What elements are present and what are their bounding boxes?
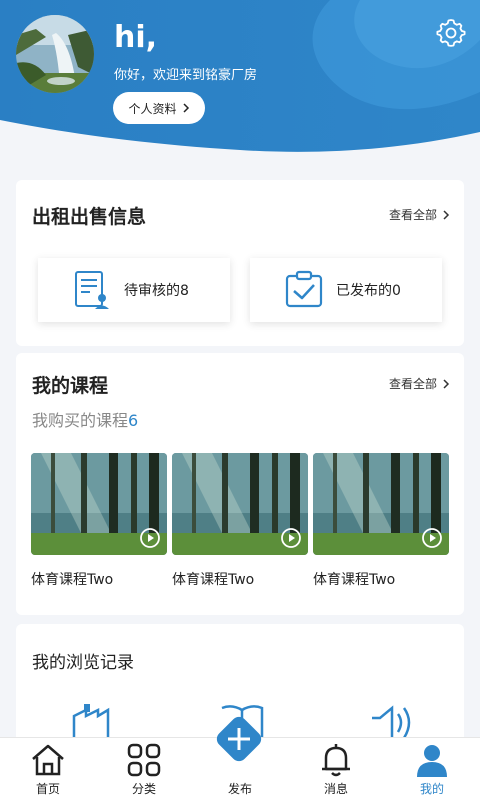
courses-view-all-link[interactable]: 查看全部 xyxy=(389,375,450,392)
greeting: hi, xyxy=(114,20,158,55)
profile-header: hi, 你好，欢迎来到铭豪厂房 个人资料 xyxy=(0,0,480,160)
bell-icon xyxy=(322,744,350,777)
tab-label: 分类 xyxy=(131,782,156,796)
published-stat[interactable]: 已发布的0 xyxy=(250,258,442,322)
factory-icon[interactable] xyxy=(68,702,116,738)
course-thumbnail xyxy=(31,453,167,555)
play-icon xyxy=(140,528,160,548)
user-icon xyxy=(417,745,447,777)
courses-title: 我的课程 xyxy=(32,375,109,397)
view-all-label: 查看全部 xyxy=(388,377,437,391)
pending-review-label: 待审核的8 xyxy=(124,283,189,299)
course-thumbnail xyxy=(313,453,449,555)
home-icon xyxy=(32,744,64,776)
rental-sale-title: 出租出售信息 xyxy=(32,206,147,228)
tab-category[interactable]: 分类 xyxy=(96,738,192,800)
purchased-courses-label: 我购买的课程6 xyxy=(32,411,139,430)
tab-mine[interactable]: 我的 xyxy=(384,738,480,800)
course-name: 体育课程Two xyxy=(313,572,396,588)
course-name: 体育课程Two xyxy=(172,572,255,588)
grid-icon xyxy=(127,743,161,777)
course-item[interactable]: 体育课程Two xyxy=(172,453,308,589)
profile-button[interactable]: 个人资料 xyxy=(113,92,205,124)
course-item[interactable]: 体育课程Two xyxy=(313,453,449,589)
chevron-right-icon xyxy=(443,209,450,220)
document-review-icon xyxy=(75,271,109,309)
gear-icon[interactable] xyxy=(436,17,466,47)
tab-home[interactable]: 首页 xyxy=(0,738,96,800)
view-all-label: 查看全部 xyxy=(388,208,437,222)
waterfall-avatar-image xyxy=(16,15,94,93)
speaker-icon[interactable] xyxy=(366,702,414,738)
play-icon xyxy=(422,528,442,548)
tab-label: 发布 xyxy=(227,782,252,796)
pending-review-stat[interactable]: 待审核的8 xyxy=(38,258,230,322)
course-item[interactable]: 体育课程Two xyxy=(31,453,167,589)
rental-sale-card: 出租出售信息 查看全部 待审核的8 已发布的0 xyxy=(16,180,464,346)
chevron-right-icon xyxy=(443,378,450,389)
browse-history-title: 我的浏览记录 xyxy=(32,653,134,673)
purchased-count: 6 xyxy=(128,411,139,430)
tab-label: 我的 xyxy=(419,782,444,796)
course-thumbnail xyxy=(172,453,308,555)
course-name: 体育课程Two xyxy=(31,572,114,588)
tab-label: 消息 xyxy=(323,782,348,796)
courses-card: 我的课程 查看全部 我购买的课程6 体育课程Two 体育课程Two 体育课程Tw… xyxy=(16,353,464,615)
play-icon xyxy=(281,528,301,548)
rental-view-all-link[interactable]: 查看全部 xyxy=(389,206,450,223)
publish-plus-button[interactable] xyxy=(210,710,268,768)
chevron-right-icon xyxy=(182,103,189,113)
welcome-text: 你好，欢迎来到铭豪厂房 xyxy=(114,68,258,83)
tab-messages[interactable]: 消息 xyxy=(288,738,384,800)
tab-label: 首页 xyxy=(35,782,60,796)
published-label: 已发布的0 xyxy=(336,283,401,299)
profile-button-label: 个人资料 xyxy=(128,101,177,116)
clipboard-check-icon xyxy=(285,270,323,308)
avatar[interactable] xyxy=(16,15,94,93)
